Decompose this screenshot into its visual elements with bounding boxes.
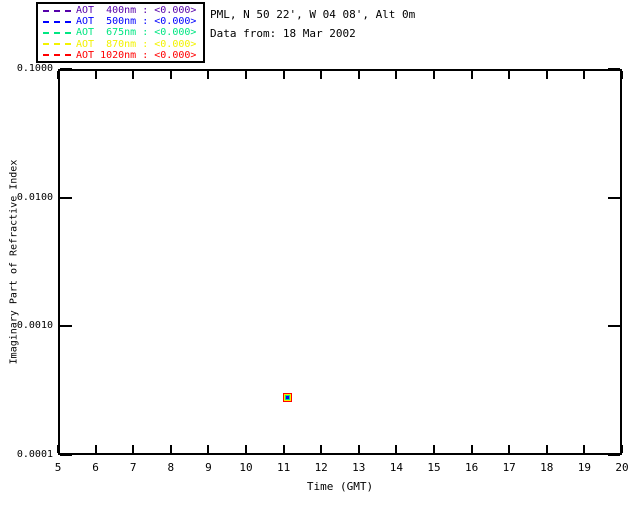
x-tick-label: 15 [427,461,441,474]
x-tick [94,445,97,453]
x-tick [245,445,247,453]
plot-header: PML, N 50 22', W 04 08', Alt 0m Data fro… [210,5,415,43]
legend-box: AOT 400nm : <0.000> AOT 500nm : <0.000> AO… [36,2,205,63]
scatter-point-aot-400nm [286,396,288,398]
y-tick-right [608,196,620,199]
x-tick-top [508,71,511,79]
legend-entry-label: AOT 400nm : <0.000> [76,5,197,17]
y-tick-label: 0.0001 [16,449,53,460]
legend-line-sample [43,43,71,46]
x-tick-top [357,71,360,79]
x-tick-label: 6 [92,461,99,474]
x-tick-top [132,71,135,79]
y-tick [60,454,72,456]
y-tick [60,68,72,70]
x-tick [395,445,398,453]
legend-line-sample [43,54,71,57]
x-tick-top [94,71,97,79]
y-tick-right [608,325,620,328]
legend-entry-label: AOT 1020nm : <0.000> [76,49,197,61]
legend-row: AOT 500nm : <0.000> [43,16,203,27]
x-tick [282,445,285,453]
x-tick-label: 20 [615,461,629,474]
plot-area [58,69,622,455]
x-tick-top [57,71,59,79]
x-tick-top [433,71,435,79]
y-tick-label: 0.1000 [16,63,53,74]
x-tick-top [470,71,473,79]
x-tick-top [245,71,247,79]
legend-row: AOT 400nm : <0.000> [43,5,203,16]
x-tick-top [282,71,285,79]
y-tick [60,196,72,199]
x-tick-label: 12 [314,461,328,474]
x-tick-label: 11 [276,461,291,474]
aot-refractive-index-plot: AOT 400nm : <0.000> AOT 500nm : <0.000> AO… [0,0,640,512]
x-tick-label: 14 [389,461,404,474]
y-tick-right [608,454,620,456]
x-tick-label: 8 [167,461,175,474]
x-tick [320,445,323,453]
x-tick-label: 9 [205,461,212,474]
legend-entry-label: AOT 870nm : <0.000> [76,38,197,50]
x-tick-top [395,71,398,79]
x-tick [132,445,135,453]
x-tick-top [583,71,586,79]
x-tick-label: 17 [502,461,516,474]
x-tick [357,445,360,453]
x-tick-top [545,71,548,79]
legend-row: AOT 675nm : <0.000> [43,27,203,38]
x-tick [433,445,435,453]
y-tick [60,325,72,328]
x-tick [207,445,210,453]
legend-line-sample [43,20,71,23]
x-tick-label: 18 [540,461,554,474]
x-tick-label: 10 [239,461,253,474]
x-tick-top [169,71,172,79]
x-tick-top [207,71,210,79]
x-tick-label: 5 [54,461,62,474]
legend-row: AOT 870nm : <0.000> [43,39,203,50]
x-tick-top [621,71,623,79]
y-axis-title: Imaginary Part of Refractive Index [8,159,20,365]
x-tick [621,445,623,453]
x-tick-label: 19 [577,461,592,474]
x-tick [583,445,586,453]
station-location-text: PML, N 50 22', W 04 08', Alt 0m [210,8,416,21]
legend-row: AOT 1020nm : <0.000> [43,50,203,61]
data-date-text: Data from: 18 Mar 2002 [210,27,356,40]
x-tick-label: 13 [352,461,366,474]
x-axis-title: Time (GMT) [306,480,374,493]
y-tick-right [608,68,620,70]
legend-line-sample [43,31,71,34]
x-tick [508,445,511,453]
x-tick [57,445,59,453]
legend-entry-label: AOT 500nm : <0.000> [76,16,197,28]
x-tick-label: 7 [129,461,137,474]
x-tick-label: 16 [464,461,479,474]
x-tick [169,445,172,453]
legend-line-sample [43,9,71,12]
legend-entry-label: AOT 675nm : <0.000> [76,27,197,39]
x-tick [470,445,473,453]
x-tick [545,445,548,453]
x-tick-top [320,71,323,79]
